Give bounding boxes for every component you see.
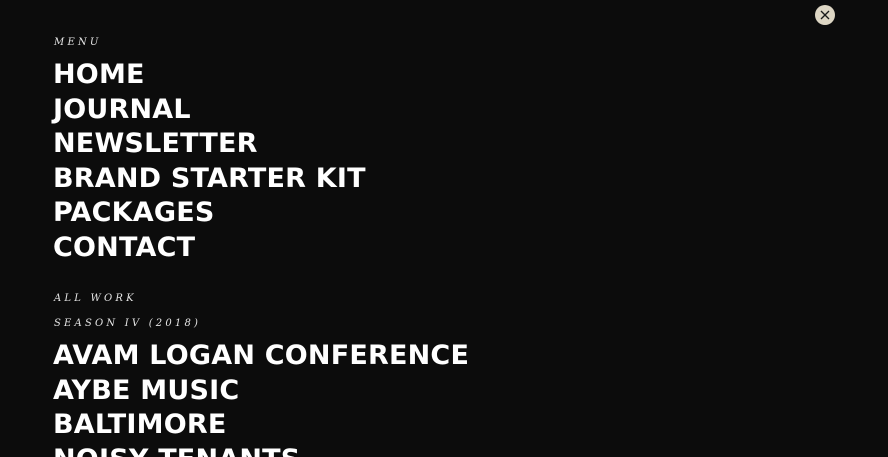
nav-item-home[interactable]: HOME (53, 58, 366, 93)
menu-label: MENU (54, 37, 102, 48)
menu-overlay: MENU HOME JOURNAL NEWSLETTER BRAND START… (0, 0, 888, 457)
nav-item-contact[interactable]: CONTACT (53, 231, 366, 266)
work-item-baltimore[interactable]: BALTIMORE (53, 408, 469, 443)
work-item-noisy-tenants[interactable]: NOISY TENANTS (53, 443, 469, 457)
work-item-aybe-music[interactable]: AYBE MUSIC (53, 374, 469, 409)
main-nav: HOME JOURNAL NEWSLETTER BRAND STARTER KI… (53, 58, 366, 265)
work-nav: AVAM LOGAN CONFERENCE AYBE MUSIC BALTIMO… (53, 339, 469, 457)
nav-item-brand-starter-kit[interactable]: BRAND STARTER KIT (53, 162, 366, 197)
close-icon (820, 10, 830, 20)
season-label: SEASON IV (2018) (54, 318, 202, 329)
all-work-link[interactable]: ALL WORK (54, 293, 137, 304)
nav-item-newsletter[interactable]: NEWSLETTER (53, 127, 366, 162)
nav-item-journal[interactable]: JOURNAL (53, 93, 366, 128)
close-button[interactable] (815, 5, 835, 25)
work-item-avam-logan-conference[interactable]: AVAM LOGAN CONFERENCE (53, 339, 469, 374)
nav-item-packages[interactable]: PACKAGES (53, 196, 366, 231)
